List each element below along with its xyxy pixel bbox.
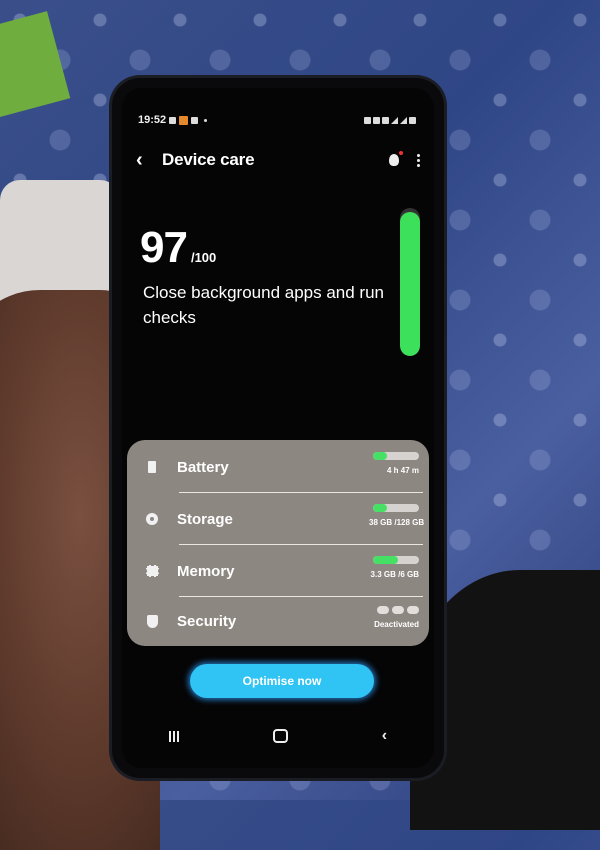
item-meta: 4 h 47 m [369,452,419,475]
battery-bar-fill [373,452,387,460]
status-card: Battery 4 h 47 m Storage 38 GB /128 GB M… [127,440,429,646]
gmail-icon [191,116,199,124]
battery-bar [373,452,419,460]
chevron-left-icon[interactable]: ‹ [136,149,156,172]
phone: 19:52 ‹ Device care 97 /100 Close backgr… [112,78,444,778]
score-gauge [400,208,420,356]
notification-icon [169,116,177,124]
security-status-dots [369,606,419,614]
back-icon[interactable]: ‹ [382,727,387,745]
more-vertical-icon[interactable] [417,153,420,167]
item-value: 3.3 GB /6 GB [370,570,419,579]
item-label: Battery [177,458,229,476]
device-score: 97 /100 [140,223,216,273]
divider [179,544,423,545]
score-message: Close background apps and run checks [143,283,384,327]
screen: 19:52 ‹ Device care 97 /100 Close backgr… [122,88,434,768]
score-gauge-fill [400,212,420,356]
page-title: Device care [162,150,255,169]
battery-row[interactable]: Battery 4 h 47 m [127,442,429,492]
signal-icon [400,116,407,124]
score-value: 97 [140,223,188,272]
vibrate-icon [364,116,371,124]
item-value: Deactivated [374,620,419,629]
item-meta: 38 GB /128 GB [369,504,425,527]
score-max: /100 [190,250,217,265]
data-icon [382,116,389,124]
divider [179,492,423,493]
item-label: Security [177,612,237,630]
signal-icon [391,116,398,124]
item-label: Memory [177,562,235,580]
status-time: 19:52 [138,114,167,126]
optimise-now-button[interactable]: Optimise now [190,664,374,698]
recent-apps-icon[interactable] [168,730,179,742]
memory-icon [145,565,159,577]
storage-bar-fill [373,504,387,512]
storage-icon [146,513,158,525]
battery-icon [148,461,156,473]
more-notifications-icon [204,118,208,122]
security-row[interactable]: Security Deactivated [127,596,429,646]
item-value: 38 GB /128 GB [369,518,425,527]
navigation-bar: ‹ [122,724,434,748]
item-meta: Deactivated [369,606,419,629]
battery-status-icon [409,116,416,124]
memory-bar [373,556,419,564]
notification-icon [179,115,189,125]
item-value: 4 h 47 m [386,466,419,475]
memory-bar-fill [373,556,399,564]
lightbulb-icon[interactable] [389,151,403,166]
status-bar: 19:52 [138,113,416,127]
storage-bar [373,504,419,512]
item-label: Storage [177,510,233,528]
storage-row[interactable]: Storage 38 GB /128 GB [127,494,429,544]
item-meta: 3.3 GB /6 GB [369,556,419,579]
memory-row[interactable]: Memory 3.3 GB /6 GB [127,546,429,596]
app-header: ‹ Device care [136,146,420,174]
wifi-icon [373,116,380,124]
shield-icon [146,614,158,628]
home-icon[interactable] [272,729,288,743]
